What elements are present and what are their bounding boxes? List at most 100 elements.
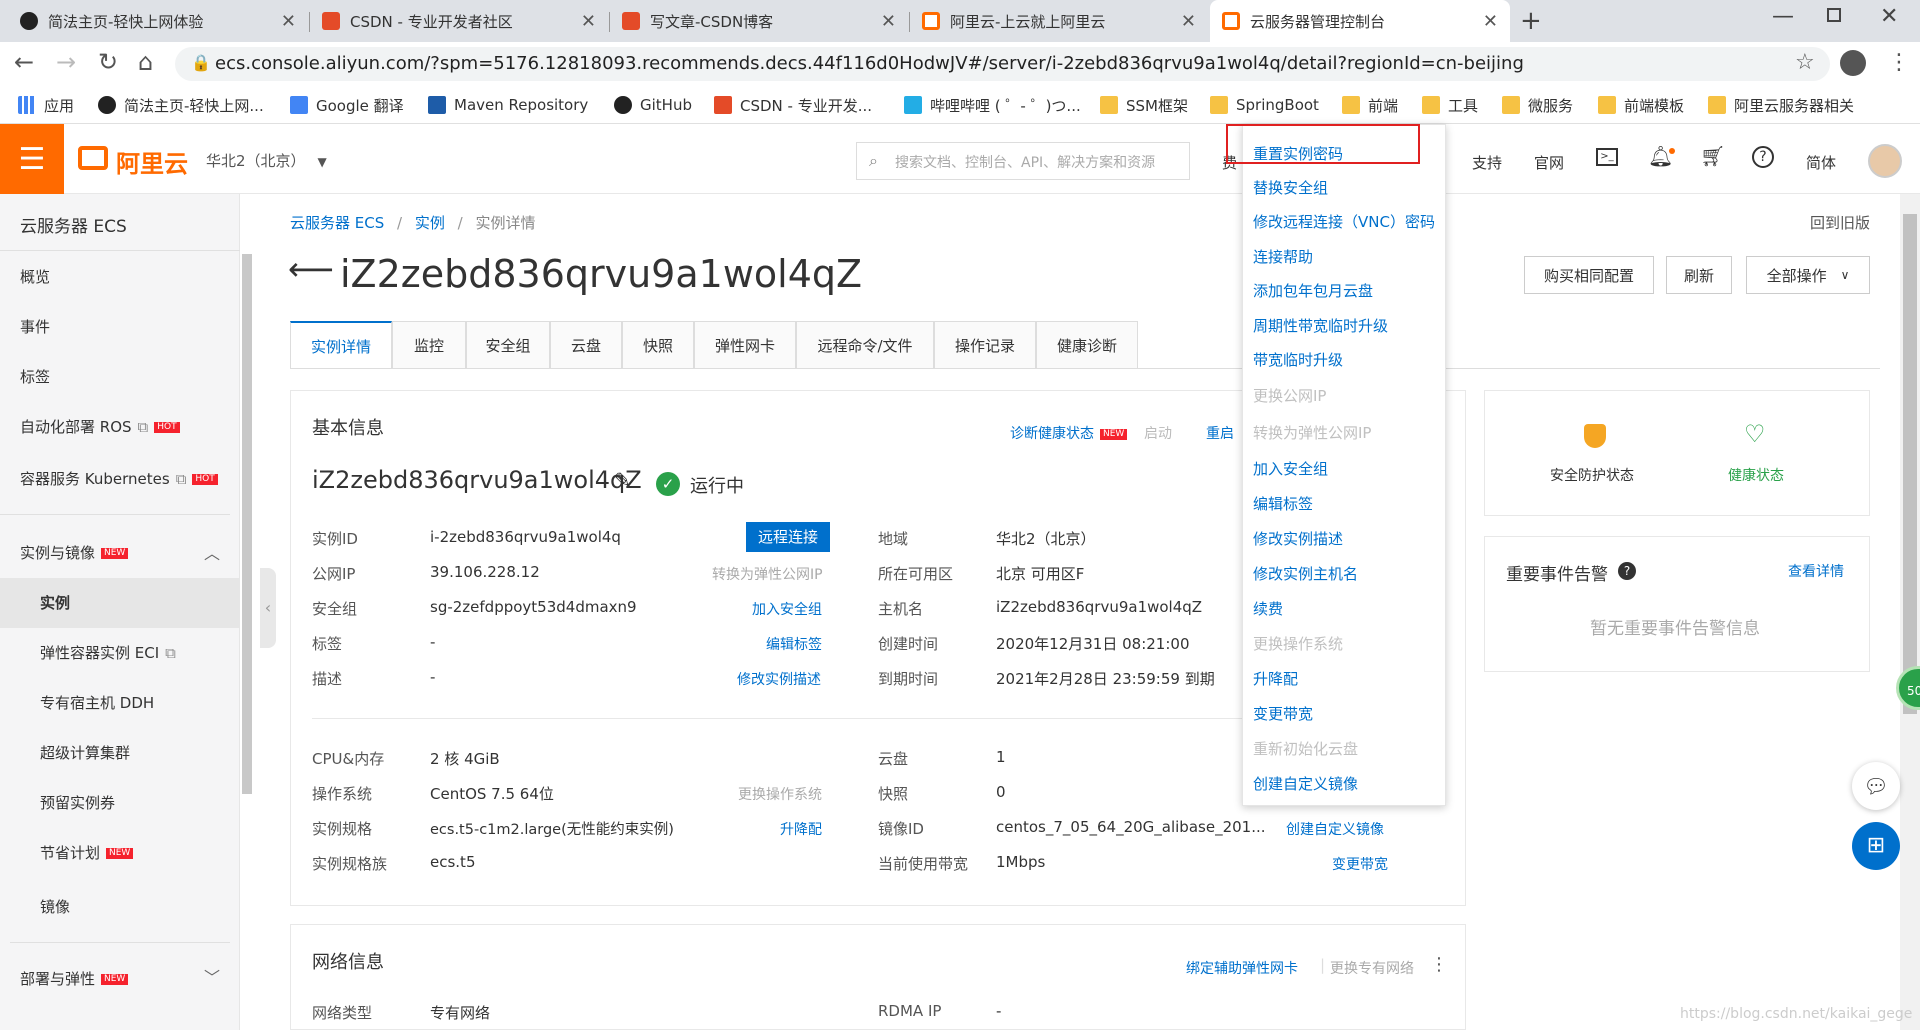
bookmark-item[interactable]: 哔哩哔哩 ( ゜- ゜)つ... bbox=[904, 86, 1081, 124]
browser-menu-icon[interactable]: ⋮ bbox=[1888, 50, 1910, 75]
browser-tab[interactable]: CSDN - 专业开发者社区 ✕ bbox=[310, 0, 608, 42]
remote-connect-button[interactable]: 远程连接 bbox=[746, 522, 830, 552]
tab-instance-detail[interactable]: 实例详情 bbox=[290, 321, 392, 369]
bookmark-item[interactable]: 简法主页-轻快上网... bbox=[98, 86, 264, 124]
apps-grid-icon[interactable]: ⊞ bbox=[1852, 822, 1900, 870]
view-details-link[interactable]: 查看详情 bbox=[1788, 561, 1844, 581]
sidebar-group-instances-images[interactable]: 实例与镜像 NEW bbox=[20, 542, 129, 563]
refresh-button[interactable]: 刷新 bbox=[1666, 256, 1732, 294]
bookmark-star-icon[interactable]: ☆ bbox=[1795, 50, 1815, 75]
back-arrow-icon[interactable]: ⟵ bbox=[288, 250, 334, 288]
change-bandwidth-link[interactable]: 变更带宽 bbox=[1332, 854, 1388, 874]
menu-item-edit-tags[interactable]: 编辑标签 bbox=[1253, 493, 1313, 514]
bookmark-folder[interactable]: 工具 bbox=[1422, 86, 1478, 124]
menu-item-edit-hostname[interactable]: 修改实例主机名 bbox=[1253, 563, 1358, 584]
edit-tags-link[interactable]: 编辑标签 bbox=[766, 634, 822, 654]
close-icon[interactable]: ✕ bbox=[1181, 11, 1196, 32]
bookmark-item[interactable]: GitHub bbox=[614, 86, 692, 124]
sidebar-item-events[interactable]: 事件 bbox=[20, 316, 50, 337]
close-icon[interactable]: ✕ bbox=[281, 11, 296, 32]
security-status-label[interactable]: 安全防护状态 bbox=[1550, 465, 1634, 485]
chevron-down-icon[interactable]: ﹀ bbox=[204, 964, 220, 988]
sidebar-item-kubernetes[interactable]: 容器服务 Kubernetes ⧉ HOT bbox=[20, 468, 218, 489]
bind-eni-link[interactable]: 绑定辅助弹性网卡 bbox=[1186, 958, 1298, 978]
sidebar-item-ros[interactable]: 自动化部署 ROS ⧉ HOT bbox=[20, 416, 180, 437]
back-to-old-version[interactable]: 回到旧版 bbox=[1810, 212, 1870, 233]
diagnose-health-link[interactable]: 诊断健康状态 NEW bbox=[1010, 423, 1128, 443]
header-link-support[interactable]: 支持 bbox=[1472, 152, 1502, 173]
menu-item-upgrade-downgrade[interactable]: 升降配 bbox=[1253, 668, 1298, 689]
language-switch[interactable]: 简体 bbox=[1806, 152, 1836, 173]
chat-icon[interactable]: 💬︎ bbox=[1852, 762, 1900, 810]
menu-icon[interactable]: ☰ bbox=[0, 124, 64, 194]
bookmark-folder[interactable]: 前端 bbox=[1342, 86, 1398, 124]
health-status-label[interactable]: 健康状态 bbox=[1728, 465, 1784, 485]
page-scrollbar-thumb[interactable] bbox=[1903, 214, 1917, 714]
close-icon[interactable]: ✕ bbox=[881, 11, 896, 32]
restart-button[interactable]: 重启 bbox=[1206, 423, 1234, 443]
sidebar-item-overview[interactable]: 概览 bbox=[20, 266, 50, 287]
region-selector[interactable]: 华北2（北京） ▼ bbox=[206, 150, 327, 171]
browser-tab[interactable]: 阿里云-上云就上阿里云 ✕ bbox=[910, 0, 1208, 42]
browser-tab-active[interactable]: 云服务器管理控制台 ✕ bbox=[1210, 0, 1510, 42]
menu-item-change-bandwidth[interactable]: 变更带宽 bbox=[1253, 703, 1313, 724]
bookmark-folder[interactable]: SSM框架 bbox=[1100, 86, 1188, 124]
more-vertical-icon[interactable]: ⋮ bbox=[1430, 954, 1448, 975]
bookmark-item[interactable]: CSDN - 专业开发... bbox=[714, 86, 872, 124]
tab-disks[interactable]: 云盘 bbox=[550, 321, 622, 369]
address-bar[interactable]: 🔒 ecs.console.aliyun.com/?spm=5176.12818… bbox=[175, 47, 1830, 81]
sidebar-scrollbar[interactable] bbox=[242, 254, 252, 794]
tab-snapshots[interactable]: 快照 bbox=[622, 321, 694, 369]
sidebar-item-instances[interactable]: 实例 bbox=[40, 592, 70, 613]
question-icon[interactable]: ? bbox=[1618, 562, 1636, 580]
collapse-sidebar-handle[interactable]: ‹ bbox=[260, 568, 276, 648]
menu-item-join-security-group[interactable]: 加入安全组 bbox=[1253, 458, 1328, 479]
sidebar-item-scc[interactable]: 超级计算集群 bbox=[40, 742, 130, 763]
sidebar-item-reserved[interactable]: 预留实例券 bbox=[40, 792, 115, 813]
tab-health-diagnosis[interactable]: 健康诊断 bbox=[1036, 321, 1138, 369]
sidebar-item-images[interactable]: 镜像 bbox=[40, 896, 70, 917]
console-search-input[interactable]: ⌕ 搜索文档、控制台、API、解决方案和资源 bbox=[856, 142, 1190, 180]
menu-item-add-subscription-disk[interactable]: 添加包年包月云盘 bbox=[1253, 280, 1373, 301]
chevron-up-icon[interactable]: ︿ bbox=[204, 540, 220, 564]
bookmark-folder[interactable]: 前端模板 bbox=[1598, 86, 1684, 124]
browser-tab[interactable]: 写文章-CSDN博客 ✕ bbox=[610, 0, 908, 42]
bookmark-item[interactable]: 应用 bbox=[18, 86, 74, 124]
bookmark-folder[interactable]: 阿里云服务器相关 bbox=[1708, 86, 1854, 124]
window-close-icon[interactable]: ✕ bbox=[1880, 4, 1898, 29]
all-operations-button[interactable]: 全部操作 ∨ bbox=[1746, 256, 1870, 294]
tab-monitor[interactable]: 监控 bbox=[392, 321, 466, 369]
tab-security-group[interactable]: 安全组 bbox=[466, 321, 550, 369]
breadcrumb-item[interactable]: 云服务器 ECS bbox=[290, 214, 384, 232]
close-icon[interactable]: ✕ bbox=[581, 11, 596, 32]
bookmark-folder[interactable]: 微服务 bbox=[1502, 86, 1573, 124]
menu-item-temp-bandwidth-upgrade[interactable]: 带宽临时升级 bbox=[1253, 349, 1343, 370]
header-link-official[interactable]: 官网 bbox=[1534, 152, 1564, 173]
bookmark-item[interactable]: Maven Repository bbox=[428, 86, 588, 124]
menu-item-create-custom-image[interactable]: 创建自定义镜像 bbox=[1253, 773, 1358, 794]
help-icon[interactable]: ? bbox=[1752, 146, 1774, 168]
tab-eni[interactable]: 弹性网卡 bbox=[694, 321, 796, 369]
menu-item-periodic-bandwidth-upgrade[interactable]: 周期性带宽临时升级 bbox=[1253, 315, 1388, 336]
breadcrumb-item[interactable]: 实例 bbox=[415, 214, 445, 232]
menu-item-vnc-password[interactable]: 修改远程连接（VNC）密码 bbox=[1253, 211, 1435, 232]
sidebar-group-deploy[interactable]: 部署与弹性 NEW bbox=[20, 968, 129, 989]
upgrade-downgrade-link[interactable]: 升降配 bbox=[780, 819, 822, 839]
menu-item-renew[interactable]: 续费 bbox=[1253, 598, 1283, 619]
sidebar-item-eci[interactable]: 弹性容器实例 ECI ⧉ bbox=[40, 642, 176, 663]
new-tab-icon[interactable]: + bbox=[1520, 6, 1542, 36]
browser-tab[interactable]: 简法主页-轻快上网体验 ✕ bbox=[8, 0, 308, 42]
sidebar-item-savings-plan[interactable]: 节省计划 NEW bbox=[40, 842, 134, 863]
buy-same-config-button[interactable]: 购买相同配置 bbox=[1524, 256, 1654, 294]
reload-icon[interactable]: ↻ bbox=[98, 48, 118, 76]
terminal-icon[interactable]: >_ bbox=[1596, 148, 1618, 166]
user-avatar[interactable] bbox=[1868, 144, 1902, 178]
start-button[interactable]: 启动 bbox=[1144, 423, 1172, 443]
minimize-icon[interactable]: — bbox=[1772, 4, 1794, 29]
menu-item-replace-security-group[interactable]: 替换安全组 bbox=[1253, 177, 1328, 198]
aliyun-logo[interactable]: 阿里云 bbox=[116, 144, 188, 179]
join-security-group-link[interactable]: 加入安全组 bbox=[752, 599, 822, 619]
forward-icon[interactable]: → bbox=[56, 48, 76, 76]
close-icon[interactable]: ✕ bbox=[1483, 11, 1498, 32]
maximize-icon[interactable] bbox=[1827, 8, 1841, 22]
